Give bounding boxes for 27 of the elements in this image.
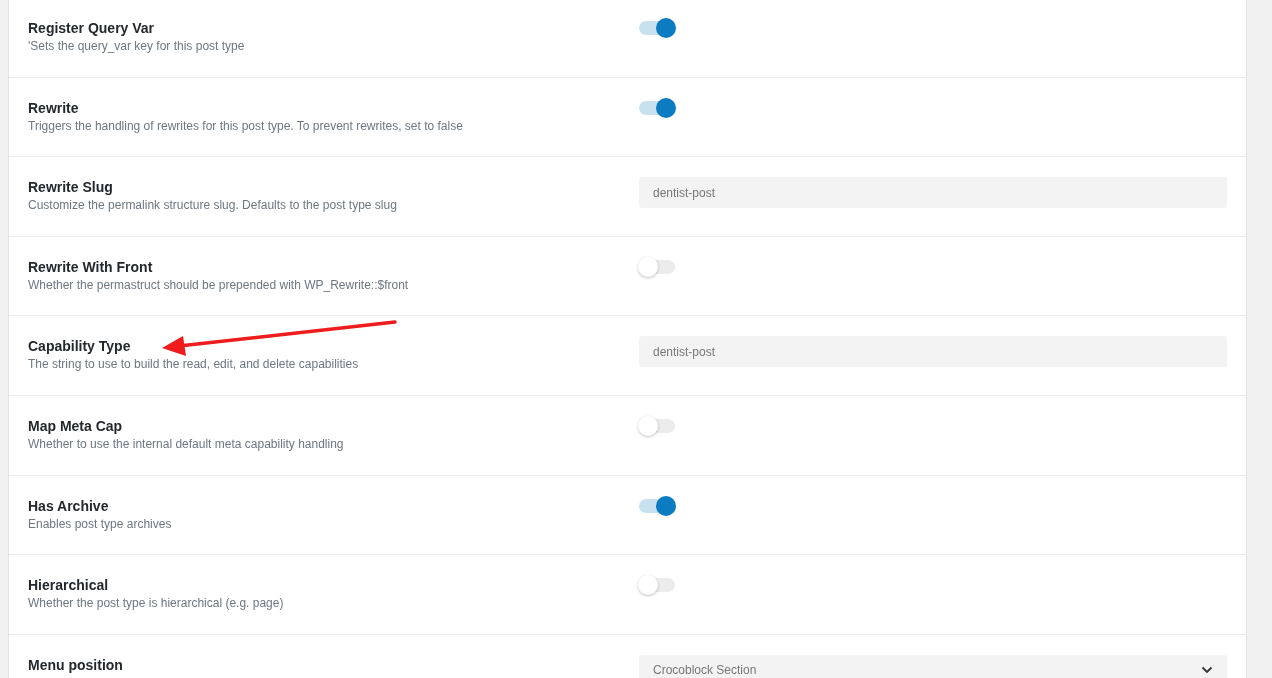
setting-description: Triggers the handling of rewrites for this post type. To prevent rewrites, set to false bbox=[28, 117, 463, 134]
dropdown[interactable]: Crocoblock Section bbox=[639, 654, 1227, 678]
toggle-switch[interactable] bbox=[639, 578, 675, 593]
toggle-switch[interactable] bbox=[639, 498, 675, 513]
text-field[interactable]: dentist-post bbox=[639, 336, 1227, 368]
toggle-switch[interactable] bbox=[639, 100, 675, 115]
setting-description: 'Sets the query_var key for this post type bbox=[28, 38, 245, 54]
setting-description: Enables post type archives bbox=[28, 515, 172, 532]
setting-title: Hierarchical bbox=[28, 576, 109, 596]
setting-title: Menu position bbox=[28, 655, 123, 675]
toggle-switch[interactable] bbox=[639, 21, 675, 35]
setting-description: Whether the post type is hierarchical (e.g. page) bbox=[28, 595, 284, 612]
setting-description: Whether to use the internal default meta capability handling bbox=[28, 435, 344, 452]
setting-title: Rewrite With Front bbox=[28, 257, 153, 277]
text-field[interactable]: dentist-post bbox=[639, 177, 1227, 209]
setting-description: The string to use to build the read, edit, and delete capabilities bbox=[28, 356, 359, 373]
chevron-down-icon bbox=[1201, 666, 1213, 675]
toggle-switch[interactable] bbox=[639, 259, 675, 274]
toggle-switch[interactable] bbox=[639, 418, 675, 433]
setting-title: Rewrite bbox=[28, 98, 79, 118]
setting-title: Capability Type bbox=[28, 337, 131, 357]
setting-title: Map Meta Cap bbox=[28, 416, 123, 436]
setting-description: Whether the permastruct should be prepended with WP_Rewrite::$front bbox=[28, 276, 409, 293]
setting-title: Register Query Var bbox=[28, 19, 155, 38]
setting-title: Rewrite Slug bbox=[28, 178, 113, 198]
setting-title: Has Archive bbox=[28, 496, 109, 516]
setting-description: Customize the permalink structure slug. Defaults to the post type slug bbox=[28, 197, 397, 214]
